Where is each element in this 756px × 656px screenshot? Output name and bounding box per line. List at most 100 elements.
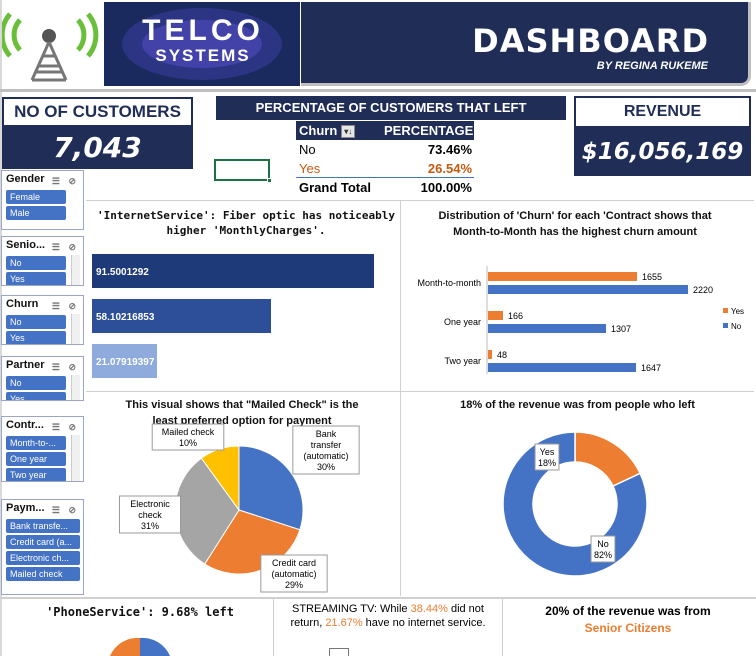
payment-slice-label-text: 30% [317,462,335,472]
contract-bar [488,363,636,372]
pivot-total-row[interactable]: Grand Total 100.00% [296,178,474,197]
slicer-scrollbar[interactable] [71,375,80,400]
slicer-filter-icon[interactable]: ☰ ⊘ [52,419,79,436]
slicer-item-mailed-check[interactable]: Mailed check [6,567,80,581]
slicer-filter-icon[interactable]: ☰ ⊘ [52,173,79,190]
revenue-kpi-label: REVENUE [574,96,751,128]
contract-bar-chart: Month-to-month 1655 2220 One year 166 1307 Two… [417,266,744,374]
brand-line1: TELCO [142,14,264,47]
slicer-item-month-to-month[interactable]: Month-to-... [6,436,66,450]
slicer-title: Churn ☰ ⊘ [2,296,83,313]
legend-swatch [723,308,728,313]
slicer-item-yes[interactable]: Yes [6,331,66,344]
payment-slice-label-text: check [138,510,162,520]
slicer-filter-icon[interactable]: ☰ ⊘ [52,298,79,315]
slicer-title: Gender ☰ ⊘ [2,171,83,188]
internet-bar-label: 91.5001292 [96,267,149,278]
slicer-item-electronic-check[interactable]: Electronic ch... [6,551,80,565]
slicer-scrollbar[interactable] [71,255,80,285]
streaming-tv-text: STREAMING TV: While 38.44% did not retur… [290,603,486,629]
contract-bar-label: 1655 [642,272,662,282]
fill-handle[interactable] [267,178,272,183]
slicer-filter-icon[interactable]: ☰ ⊘ [52,502,79,519]
contract-category-label: Two year [444,356,481,366]
slicer-scrollbar[interactable] [71,435,80,481]
contract-bar [488,350,492,359]
contract-chart-title: Distribution of 'Churn' for each 'Contra… [438,210,712,238]
slicer-filter-icon[interactable]: ☰ ⊘ [52,239,79,256]
panel-divider [273,598,274,656]
senior-revenue-title: 20% of the revenue was from [545,604,711,618]
payment-slice-label-text: transfer [311,440,342,450]
pivot-row-yes[interactable]: Yes 26.54% [296,159,474,178]
payment-slice-label-text: 10% [179,438,197,448]
contract-bar-label: 1307 [611,324,631,334]
pivot-header-churn: Churn ▾↓ [296,121,380,140]
slicer-item-bank-transfer[interactable]: Bank transfe... [6,519,80,533]
antenna-tower-icon [0,12,99,82]
sort-filter-button[interactable]: ▾↓ [341,125,356,139]
internet-chart-title: 'InternetService': Fiber optic has notic… [96,209,395,237]
contract-category-label: One year [444,317,481,327]
customers-kpi-label: NO OF CUSTOMERS [2,97,193,127]
internet-bar-chart: 91.5001292 58.10216853 21.07919397 [92,254,374,378]
slicer-item-yes[interactable]: Yes [6,272,66,285]
panel-divider [86,391,754,392]
slicer-item-one-year[interactable]: One year [6,452,66,466]
pivot-row-value: 73.46% [427,142,472,157]
contract-bar [488,324,606,333]
slicer-churn[interactable]: Churn ☰ ⊘ No Yes [1,295,84,345]
slicer-item-no[interactable]: No [6,315,66,329]
author-line: BY REGINA RUKEME [596,60,708,72]
slicer-senior[interactable]: Senio... ☰ ⊘ No Yes [1,236,84,286]
slicer-title: Paym... ☰ ⊘ [2,500,83,517]
slicer-title: Contr... ☰ ⊘ [2,417,83,434]
payment-slice-label-text: Electronic [130,499,170,509]
slicer-scrollbar[interactable] [71,314,80,344]
pivot-row-label: Yes [299,161,321,176]
slicer-partner[interactable]: Partner ☰ ⊘ No Yes [1,356,84,401]
revenue-chart-title: 18% of the revenue was from people who l… [460,399,695,411]
payment-slice-label-text: Mailed check [162,427,215,437]
phone-service-title: 'PhoneService': 9.68% left [46,605,234,619]
panel-divider [0,597,756,599]
phone-pie-partial [110,637,170,656]
slicer-gender[interactable]: Gender ☰ ⊘ Female Male [1,170,84,230]
slicer-item-male[interactable]: Male [6,206,66,220]
brand-line2: SYSTEMS [155,46,251,65]
title-bar: DASHBOARD BY REGINA RUKEME [301,2,751,86]
contract-bar-label: 2220 [693,285,713,295]
slicer-item-two-year[interactable]: Two year [6,468,66,481]
pivot-header-percentage: PERCENTAGE [384,123,474,138]
payment-slice-label-text: Bank [316,429,337,439]
pivot-header-row: Churn ▾↓ PERCENTAGE [296,121,474,140]
header-divider [0,89,756,92]
payment-pie-chart: Banktransfer(automatic)30%Credit card(au… [119,423,360,593]
panel-divider [86,200,754,201]
selected-cell[interactable] [214,159,270,181]
revenue-slice-label-text: 82% [594,550,612,560]
brand-banner: TELCO SYSTEMS [104,2,300,86]
internet-bar-label: 58.10216853 [96,312,155,323]
page-title: DASHBOARD [472,22,709,60]
pivot-total-label: Grand Total [299,180,371,195]
slicer-item-credit-card[interactable]: Credit card (a... [6,535,80,549]
slicer-item-no[interactable]: No [6,256,66,270]
contract-bar [488,272,637,281]
slicer-title: Partner ☰ ⊘ [2,357,83,374]
legend-label: No [731,322,742,331]
slicer-item-female[interactable]: Female [6,190,66,204]
internet-bar-label: 21.07919397 [96,357,155,368]
pivot-row-no[interactable]: No 73.46% [296,140,474,159]
slicer-payment[interactable]: Paym... ☰ ⊘ Bank transfe... Credit card (… [1,499,84,595]
payment-slice-label-text: (automatic) [303,451,348,461]
contract-bar [488,311,503,320]
revenue-donut-chart: Yes18% No82% [502,431,648,577]
slicer-filter-icon[interactable]: ☰ ⊘ [52,359,79,376]
contract-bar-label: 1647 [641,363,661,373]
slicer-item-yes[interactable]: Yes [6,392,66,400]
slicer-item-no[interactable]: No [6,376,66,390]
contract-bar [488,285,688,294]
pivot-row-value: 26.54% [427,161,472,176]
slicer-contract[interactable]: Contr... ☰ ⊘ Month-to-... One year Two ye… [1,416,84,482]
